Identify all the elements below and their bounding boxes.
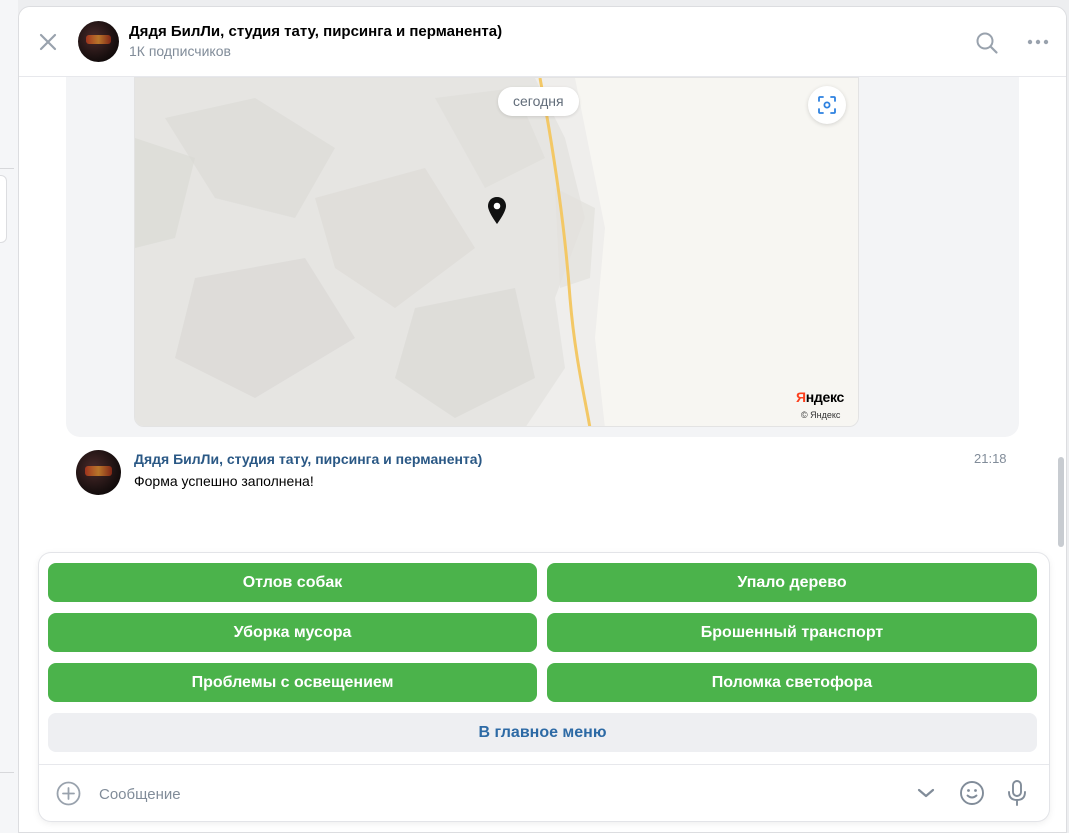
message-text: Форма успешно заполнена! — [134, 473, 314, 489]
attach-plus-icon[interactable] — [56, 781, 81, 806]
chevron-down-icon[interactable] — [916, 787, 936, 799]
left-sidebar-strip — [0, 0, 18, 833]
divider — [0, 168, 14, 169]
bot-keyboard: Отлов собак Упало дерево Уборка мусора Б… — [39, 553, 1049, 821]
keyboard-button-main-menu[interactable]: В главное меню — [48, 713, 1037, 752]
yandex-logo[interactable]: Яндекс — [796, 389, 844, 405]
close-icon[interactable] — [37, 31, 59, 53]
map-terrain — [135, 78, 858, 426]
location-map[interactable] — [134, 77, 859, 427]
keyboard-button-fallen-tree[interactable]: Упало дерево — [547, 563, 1037, 602]
microphone-icon[interactable] — [1006, 779, 1028, 807]
chat-header: Дядя БилЛи, студия тату, пирсинга и перм… — [19, 7, 1066, 77]
sidebar-tab[interactable] — [0, 175, 7, 243]
message-composer — [39, 764, 1049, 822]
message-time: 21:18 — [974, 451, 1007, 466]
community-avatar[interactable] — [78, 21, 119, 62]
search-icon[interactable] — [975, 31, 999, 55]
focus-icon — [818, 96, 836, 114]
chat-panel: Дядя БилЛи, студия тату, пирсинга и перм… — [18, 6, 1067, 833]
sender-avatar[interactable] — [76, 450, 121, 495]
subscriber-count: 1К подписчиков — [129, 43, 231, 59]
emoji-icon[interactable] — [959, 780, 985, 806]
keyboard-button-dog-catching[interactable]: Отлов собак — [48, 563, 537, 602]
date-separator: сегодня — [498, 87, 579, 116]
message-author[interactable]: Дядя БилЛи, студия тату, пирсинга и перм… — [134, 451, 482, 467]
divider — [0, 772, 14, 773]
keyboard-button-lighting-problems[interactable]: Проблемы с освещением — [48, 663, 537, 702]
message-input[interactable] — [97, 779, 881, 809]
chat-title[interactable]: Дядя БилЛи, студия тату, пирсинга и перм… — [129, 23, 502, 40]
more-icon[interactable] — [1026, 33, 1050, 51]
keyboard-button-garbage[interactable]: Уборка мусора — [48, 613, 537, 652]
keyboard-button-traffic-light[interactable]: Поломка светофора — [547, 663, 1037, 702]
map-focus-button[interactable] — [808, 86, 846, 124]
scrollbar[interactable] — [1058, 457, 1064, 547]
keyboard-button-abandoned-vehicle[interactable]: Брошенный транспорт — [547, 613, 1037, 652]
map-copyright[interactable]: © Яндекс — [801, 410, 840, 420]
location-pin-icon[interactable] — [487, 197, 507, 225]
